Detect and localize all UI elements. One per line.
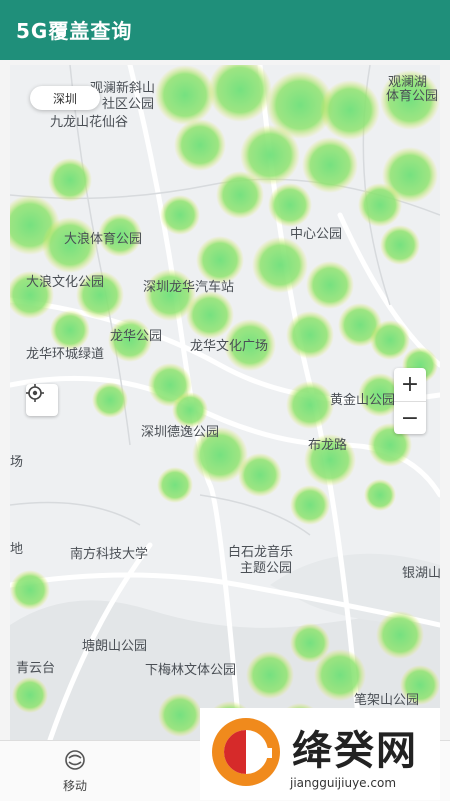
watermark-domain: jiangguijiuye.com xyxy=(290,776,397,790)
map-place-label: 龙华环城绿道 xyxy=(26,347,105,362)
map-place-label: 大浪体育公园 xyxy=(64,232,143,247)
tab-mobile[interactable]: 移动 xyxy=(40,749,110,794)
map-place-label: 体育公园 xyxy=(386,89,439,104)
app-title: 5G覆盖查询 xyxy=(16,19,133,43)
zoom-out-button[interactable]: − xyxy=(394,402,426,435)
map-place-label: 黄金山公园 xyxy=(330,393,396,408)
map-place-label: 场 xyxy=(10,455,24,470)
watermark: 绛癸网 jiangguijiuye.com xyxy=(200,708,440,800)
map-place-label: 深圳龙华汽车站 xyxy=(143,280,235,295)
map-place-label: 大浪文化公园 xyxy=(26,275,105,290)
map-place-label: 塘朗山公园 xyxy=(82,639,148,654)
city-selector[interactable]: 深圳 xyxy=(30,86,100,110)
coverage-map[interactable]: 观澜新斜山 社区公园 九龙山花仙谷 观澜湖 体育公园 大浪体育公园 大浪文化公园 深圳龙华汽车… xyxy=(10,65,440,740)
map-place-label: 中心公园 xyxy=(290,227,343,242)
watermark-brand: 绛癸网 xyxy=(292,728,418,774)
location-target-icon xyxy=(26,384,44,402)
map-place-label: 笔架山公园 xyxy=(354,693,420,708)
map-place-label: 社区公园 xyxy=(102,97,155,112)
zoom-in-button[interactable]: + xyxy=(394,368,426,402)
watermark-logo-icon xyxy=(212,718,280,786)
map-place-label: 地 xyxy=(10,542,24,557)
zoom-control: + − xyxy=(394,368,426,434)
map-place-label: 龙华文化广场 xyxy=(190,339,269,354)
locate-button[interactable] xyxy=(26,384,58,416)
map-place-label: 九龙山花仙谷 xyxy=(50,115,129,130)
china-mobile-icon xyxy=(65,750,85,770)
map-place-label: 下梅林文体公园 xyxy=(145,663,237,678)
map-place-label: 主题公园 xyxy=(240,561,293,576)
city-name: 深圳 xyxy=(52,91,77,106)
app-bar: 5G覆盖查询 xyxy=(0,0,450,60)
map-place-label: 青云台 xyxy=(16,661,56,676)
map-place-label: 龙华公园 xyxy=(110,329,163,344)
tab-label: 移动 xyxy=(62,779,87,793)
map-place-label: 深圳德逸公园 xyxy=(141,425,220,440)
map-place-label: 银湖山 xyxy=(402,566,440,581)
map-place-label: 布龙路 xyxy=(308,438,348,453)
map-place-label: 南方科技大学 xyxy=(70,547,149,562)
